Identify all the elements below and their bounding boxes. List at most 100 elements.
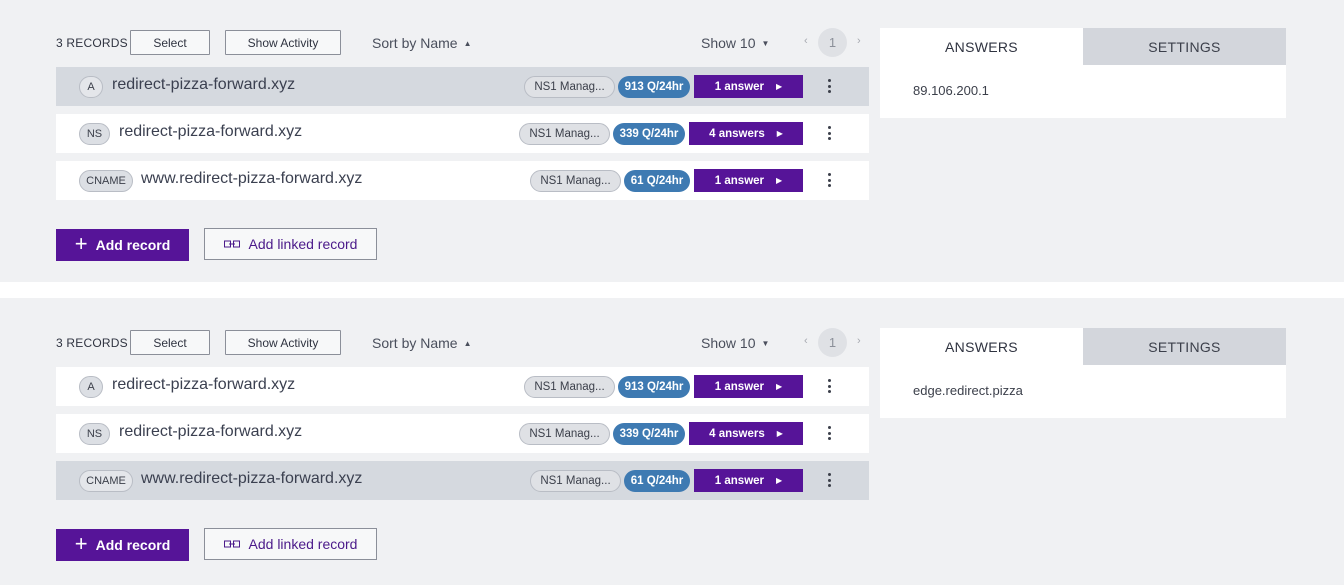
answers-label: 1 answer xyxy=(714,80,765,93)
record-type-badge: NS xyxy=(79,423,110,445)
answers-label: 1 answer xyxy=(714,380,765,393)
records-panel-1: 3 RECORDS Select Show Activity Sort by N… xyxy=(0,0,1344,282)
answers-label: 4 answers xyxy=(709,427,765,440)
records-count: 3 RECORDS xyxy=(56,36,128,50)
add-record-label: Add record xyxy=(95,537,171,553)
query-rate-badge: 61 Q/24hr xyxy=(624,470,690,492)
chevron-right-icon[interactable]: › xyxy=(857,335,861,347)
sort-label: Sort by Name xyxy=(372,35,458,51)
kebab-menu-icon[interactable] xyxy=(824,471,834,489)
select-button[interactable]: Select xyxy=(130,30,210,55)
answers-button[interactable]: 4 answers ▶ xyxy=(689,422,803,445)
record-type-badge: NS xyxy=(79,123,110,145)
record-domain: redirect-pizza-forward.xyz xyxy=(112,376,296,393)
records-panel-2: 3 RECORDS Select Show Activity Sort by N… xyxy=(0,298,1344,585)
chevron-right-icon[interactable]: › xyxy=(857,35,861,47)
tab-settings[interactable]: SETTINGS xyxy=(1083,28,1286,65)
play-arrow-icon: ▶ xyxy=(776,176,783,185)
record-domain: www.redirect-pizza-forward.xyz xyxy=(141,470,363,487)
query-rate-badge: 913 Q/24hr xyxy=(618,376,690,398)
answers-button[interactable]: 1 answer ▶ xyxy=(694,169,803,192)
caret-up-icon: ▲ xyxy=(463,39,472,48)
play-arrow-icon: ▶ xyxy=(776,129,783,138)
network-badge: NS1 Manag... xyxy=(519,123,610,145)
record-type-badge: CNAME xyxy=(79,470,133,492)
answers-label: 1 answer xyxy=(714,474,765,487)
link-icon xyxy=(223,240,240,248)
page-number[interactable]: 1 xyxy=(818,328,847,357)
records-count: 3 RECORDS xyxy=(56,336,128,350)
select-button[interactable]: Select xyxy=(130,330,210,355)
answers-label: 4 answers xyxy=(709,127,765,140)
page-size-label: Show 10 xyxy=(701,335,756,351)
query-rate-badge: 913 Q/24hr xyxy=(618,76,690,98)
answers-button[interactable]: 1 answer ▶ xyxy=(694,375,803,398)
link-icon xyxy=(223,540,240,548)
query-rate-badge: 61 Q/24hr xyxy=(624,170,690,192)
add-record-button[interactable]: + Add record xyxy=(56,229,189,261)
record-domain: redirect-pizza-forward.xyz xyxy=(119,423,303,440)
add-record-label: Add record xyxy=(95,237,171,253)
query-rate-badge: 339 Q/24hr xyxy=(613,123,685,145)
network-badge: NS1 Manag... xyxy=(524,76,615,98)
panel-divider xyxy=(0,282,1344,298)
add-linked-record-label: Add linked record xyxy=(248,236,358,252)
network-badge: NS1 Manag... xyxy=(519,423,610,445)
record-domain: www.redirect-pizza-forward.xyz xyxy=(141,170,363,187)
add-linked-record-button[interactable]: Add linked record xyxy=(204,228,377,260)
chevron-left-icon[interactable]: ‹ xyxy=(804,335,808,347)
caret-up-icon: ▲ xyxy=(463,339,472,348)
add-linked-record-label: Add linked record xyxy=(248,536,358,552)
sort-label: Sort by Name xyxy=(372,335,458,351)
page-size-label: Show 10 xyxy=(701,35,756,51)
play-arrow-icon: ▶ xyxy=(776,429,783,438)
play-arrow-icon: ▶ xyxy=(776,382,783,391)
record-row[interactable]: CNAME www.redirect-pizza-forward.xyz NS1… xyxy=(56,461,869,500)
records-toolbar: 3 RECORDS Select Show Activity Sort by N… xyxy=(56,28,869,57)
chevron-left-icon[interactable]: ‹ xyxy=(804,35,808,47)
add-linked-record-button[interactable]: Add linked record xyxy=(204,528,377,560)
answer-value: edge.redirect.pizza xyxy=(913,383,1023,398)
add-record-button[interactable]: + Add record xyxy=(56,529,189,561)
show-activity-button[interactable]: Show Activity xyxy=(225,30,341,55)
query-rate-badge: 339 Q/24hr xyxy=(613,423,685,445)
kebab-menu-icon[interactable] xyxy=(824,124,834,142)
record-type-badge: CNAME xyxy=(79,170,133,192)
detail-tabs: ANSWERS SETTINGS xyxy=(880,328,1286,365)
plus-icon: + xyxy=(74,231,88,256)
kebab-menu-icon[interactable] xyxy=(824,424,834,442)
page-number[interactable]: 1 xyxy=(818,28,847,57)
records-toolbar: 3 RECORDS Select Show Activity Sort by N… xyxy=(56,328,869,357)
record-type-badge: A xyxy=(79,376,103,398)
kebab-menu-icon[interactable] xyxy=(824,377,834,395)
sort-dropdown[interactable]: Sort by Name ▲ xyxy=(372,35,472,51)
answers-button[interactable]: 1 answer ▶ xyxy=(694,469,803,492)
caret-down-icon: ▼ xyxy=(761,39,770,48)
record-domain: redirect-pizza-forward.xyz xyxy=(119,123,303,140)
caret-down-icon: ▼ xyxy=(761,339,770,348)
show-activity-button[interactable]: Show Activity xyxy=(225,330,341,355)
kebab-menu-icon[interactable] xyxy=(824,171,834,189)
page-size-dropdown[interactable]: Show 10 ▼ xyxy=(701,335,769,351)
plus-icon: + xyxy=(74,531,88,556)
record-row[interactable]: NS redirect-pizza-forward.xyz NS1 Manag.… xyxy=(56,114,869,153)
record-type-badge: A xyxy=(79,76,103,98)
answers-content: 89.106.200.1 xyxy=(880,65,1286,118)
tab-answers[interactable]: ANSWERS xyxy=(880,28,1083,65)
answers-button[interactable]: 4 answers ▶ xyxy=(689,122,803,145)
record-domain: redirect-pizza-forward.xyz xyxy=(112,76,296,93)
kebab-menu-icon[interactable] xyxy=(824,77,834,95)
record-row[interactable]: CNAME www.redirect-pizza-forward.xyz NS1… xyxy=(56,161,869,200)
detail-tabs: ANSWERS SETTINGS xyxy=(880,28,1286,65)
tab-settings[interactable]: SETTINGS xyxy=(1083,328,1286,365)
record-row[interactable]: A redirect-pizza-forward.xyz NS1 Manag..… xyxy=(56,367,869,406)
network-badge: NS1 Manag... xyxy=(530,170,621,192)
record-row[interactable]: NS redirect-pizza-forward.xyz NS1 Manag.… xyxy=(56,414,869,453)
sort-dropdown[interactable]: Sort by Name ▲ xyxy=(372,335,472,351)
record-row[interactable]: A redirect-pizza-forward.xyz NS1 Manag..… xyxy=(56,67,869,106)
answer-value: 89.106.200.1 xyxy=(913,83,989,98)
play-arrow-icon: ▶ xyxy=(776,82,783,91)
page-size-dropdown[interactable]: Show 10 ▼ xyxy=(701,35,769,51)
answers-button[interactable]: 1 answer ▶ xyxy=(694,75,803,98)
tab-answers[interactable]: ANSWERS xyxy=(880,328,1083,365)
